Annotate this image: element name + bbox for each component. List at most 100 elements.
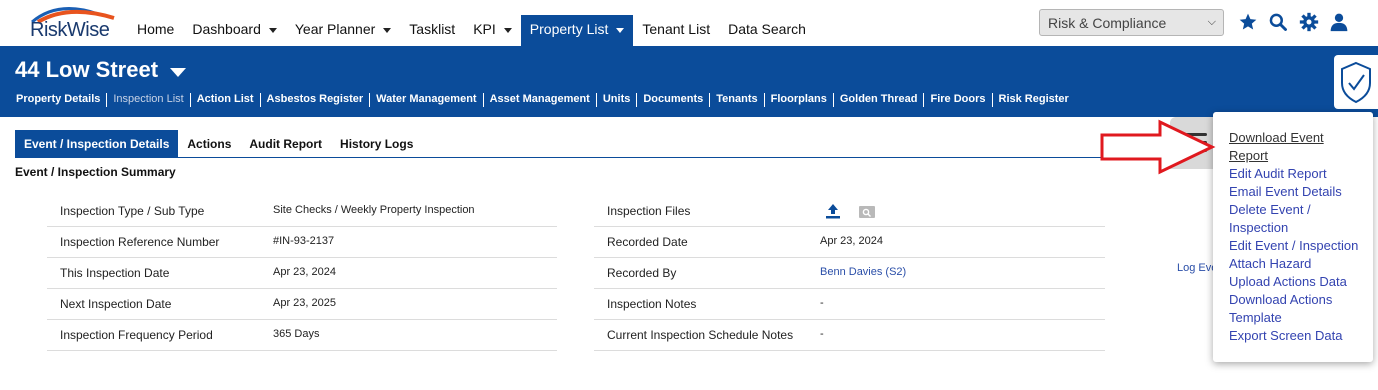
property-subnav: Property Details Inspection List Action Li… bbox=[10, 93, 1075, 107]
row-value: Apr 23, 2024 bbox=[820, 235, 883, 247]
subnav-item-golden-thread[interactable]: Golden Thread bbox=[834, 93, 925, 107]
row-label: Inspection Notes bbox=[607, 297, 697, 311]
nav-item-label: Year Planner bbox=[294, 21, 376, 37]
menu-item-line: Edit Event / Inspection bbox=[1229, 238, 1359, 253]
menu-item-line: Export Screen Data bbox=[1229, 328, 1343, 343]
red-arrow-icon bbox=[1100, 119, 1216, 175]
nav-item-label: Dashboard bbox=[192, 21, 261, 37]
row-value: Apr 23, 2024 bbox=[273, 266, 336, 278]
nav-item-label: Property List bbox=[529, 21, 609, 37]
top-navbar: RiskWise Home Dashboard Year Planner Taskli… bbox=[0, 0, 1378, 46]
row-label: Inspection Reference Number bbox=[60, 235, 220, 249]
detail-tabs: Event / Inspection Details Actions Audit R… bbox=[15, 130, 422, 158]
nav-item-data-search[interactable]: Data Search bbox=[719, 15, 815, 46]
table-row: Inspection Reference Number #IN-93-2137 bbox=[47, 227, 557, 258]
menu-item-edit-event-inspection[interactable]: Edit Event / Inspection bbox=[1229, 237, 1358, 255]
subnav-item-documents[interactable]: Documents bbox=[637, 93, 711, 107]
nav-item-tenant-list[interactable]: Tenant List bbox=[633, 15, 719, 46]
table-row: Current Inspection Schedule Notes - bbox=[594, 320, 1105, 351]
menu-item-email-event-details[interactable]: Email Event Details bbox=[1229, 183, 1342, 201]
menu-item-line: Download Actions bbox=[1229, 292, 1333, 307]
row-label: Inspection Frequency Period bbox=[60, 328, 213, 342]
menu-item-line: Download Event bbox=[1229, 130, 1324, 145]
row-label: This Inspection Date bbox=[60, 266, 170, 280]
riskwise-logo[interactable]: RiskWise bbox=[28, 4, 120, 42]
row-value: - bbox=[820, 297, 824, 309]
main-nav: Home Dashboard Year Planner Tasklist KPI Prop… bbox=[128, 15, 815, 46]
nav-item-dashboard[interactable]: Dashboard bbox=[183, 15, 286, 46]
menu-item-line: Template bbox=[1229, 310, 1282, 325]
subnav-item-asbestos-register[interactable]: Asbestos Register bbox=[261, 93, 371, 107]
subnav-item-asset-management[interactable]: Asset Management bbox=[484, 93, 597, 107]
upload-icon[interactable] bbox=[824, 202, 842, 220]
row-value: - bbox=[820, 328, 824, 340]
subnav-item-risk-register[interactable]: Risk Register bbox=[993, 93, 1075, 107]
tab-history-logs[interactable]: History Logs bbox=[331, 130, 422, 158]
nav-item-home[interactable]: Home bbox=[128, 15, 183, 46]
user-icon[interactable] bbox=[1329, 12, 1349, 32]
row-label: Inspection Type / Sub Type bbox=[60, 204, 205, 218]
nav-item-label: Data Search bbox=[728, 21, 806, 37]
nav-item-year-planner[interactable]: Year Planner bbox=[286, 15, 400, 46]
row-label: Next Inspection Date bbox=[60, 297, 172, 311]
log-event-link[interactable]: Log Eve bbox=[1177, 262, 1217, 274]
subnav-item-property-details[interactable]: Property Details bbox=[10, 93, 108, 107]
subnav-item-units[interactable]: Units bbox=[597, 93, 638, 107]
row-label: Inspection Files bbox=[607, 204, 691, 218]
subnav-item-inspection-list[interactable]: Inspection List bbox=[107, 93, 191, 107]
folder-search-icon[interactable] bbox=[858, 204, 876, 220]
menu-item-line: Inspection bbox=[1229, 220, 1289, 235]
section-title: Event / Inspection Summary bbox=[15, 165, 176, 179]
shield-badge[interactable] bbox=[1334, 55, 1378, 109]
tab-event-inspection-details[interactable]: Event / Inspection Details bbox=[15, 130, 179, 158]
menu-item-edit-audit-report[interactable]: Edit Audit Report bbox=[1229, 165, 1327, 183]
property-title: 44 Low Street bbox=[15, 57, 159, 82]
chevron-down-icon bbox=[503, 27, 512, 33]
row-label: Recorded Date bbox=[607, 235, 688, 249]
menu-item-export-screen-data[interactable]: Export Screen Data bbox=[1229, 327, 1342, 345]
subnav-item-tenants[interactable]: Tenants bbox=[710, 93, 765, 107]
nav-item-tasklist[interactable]: Tasklist bbox=[400, 15, 464, 46]
menu-item-upload-actions-data[interactable]: Upload Actions Data bbox=[1229, 273, 1347, 291]
subnav-item-water-management[interactable]: Water Management bbox=[370, 93, 484, 107]
module-select[interactable]: Risk & Compliance ⌵ bbox=[1039, 9, 1224, 36]
menu-item-delete-event-inspection[interactable]: Delete Event / Inspection bbox=[1229, 201, 1311, 237]
subnav-item-action-list[interactable]: Action List bbox=[191, 93, 261, 107]
menu-item-line: Upload Actions Data bbox=[1229, 274, 1347, 289]
chevron-down-icon: ⌵ bbox=[1207, 16, 1216, 28]
summary-right-table: Inspection Files Recorded Date Apr 23, 202… bbox=[594, 196, 1105, 356]
subnav-item-floorplans[interactable]: Floorplans bbox=[765, 93, 834, 107]
row-label: Current Inspection Schedule Notes bbox=[607, 328, 794, 342]
logo-text: RiskWise bbox=[30, 19, 110, 41]
menu-item-attach-hazard[interactable]: Attach Hazard bbox=[1229, 255, 1311, 273]
tab-audit-report[interactable]: Audit Report bbox=[240, 130, 331, 158]
row-value: 365 Days bbox=[273, 328, 320, 340]
menu-item-line: Attach Hazard bbox=[1229, 256, 1312, 271]
table-row: Next Inspection Date Apr 23, 2025 bbox=[47, 289, 557, 320]
summary-left-table: Inspection Type / Sub Type Site Checks / … bbox=[47, 196, 557, 356]
menu-item-download-event-report[interactable]: Download Event Report bbox=[1229, 129, 1324, 165]
star-icon[interactable] bbox=[1238, 12, 1258, 32]
gear-icon[interactable] bbox=[1299, 12, 1319, 32]
menu-item-line: Report bbox=[1229, 148, 1269, 163]
menu-item-line: Edit Audit Report bbox=[1229, 166, 1327, 181]
shield-check-icon bbox=[1341, 61, 1371, 104]
search-icon[interactable] bbox=[1268, 12, 1288, 32]
row-value[interactable]: Benn Davies (S2) bbox=[820, 266, 906, 278]
chevron-down-icon bbox=[383, 27, 392, 33]
property-caret-icon[interactable] bbox=[170, 68, 186, 77]
menu-item-line: Delete Event / bbox=[1229, 202, 1311, 217]
table-row: Inspection Type / Sub Type Site Checks / … bbox=[47, 196, 557, 227]
nav-item-label: Tenant List bbox=[642, 21, 711, 37]
nav-item-kpi[interactable]: KPI bbox=[464, 15, 521, 46]
row-label: Recorded By bbox=[607, 266, 677, 280]
subnav-item-fire-doors[interactable]: Fire Doors bbox=[924, 93, 993, 107]
menu-item-download-actions-template[interactable]: Download Actions Template bbox=[1229, 291, 1332, 327]
tab-underline bbox=[15, 157, 1180, 158]
tab-actions[interactable]: Actions bbox=[178, 130, 240, 158]
table-row: Recorded By Benn Davies (S2) bbox=[594, 258, 1105, 289]
table-row: Inspection Frequency Period 365 Days bbox=[47, 320, 557, 351]
actions-dropdown-menu: Download Event Report Edit Audit Report Ema… bbox=[1213, 112, 1373, 362]
row-value: Site Checks / Weekly Property Inspection bbox=[273, 204, 475, 216]
nav-item-property-list[interactable]: Property List bbox=[520, 15, 634, 46]
